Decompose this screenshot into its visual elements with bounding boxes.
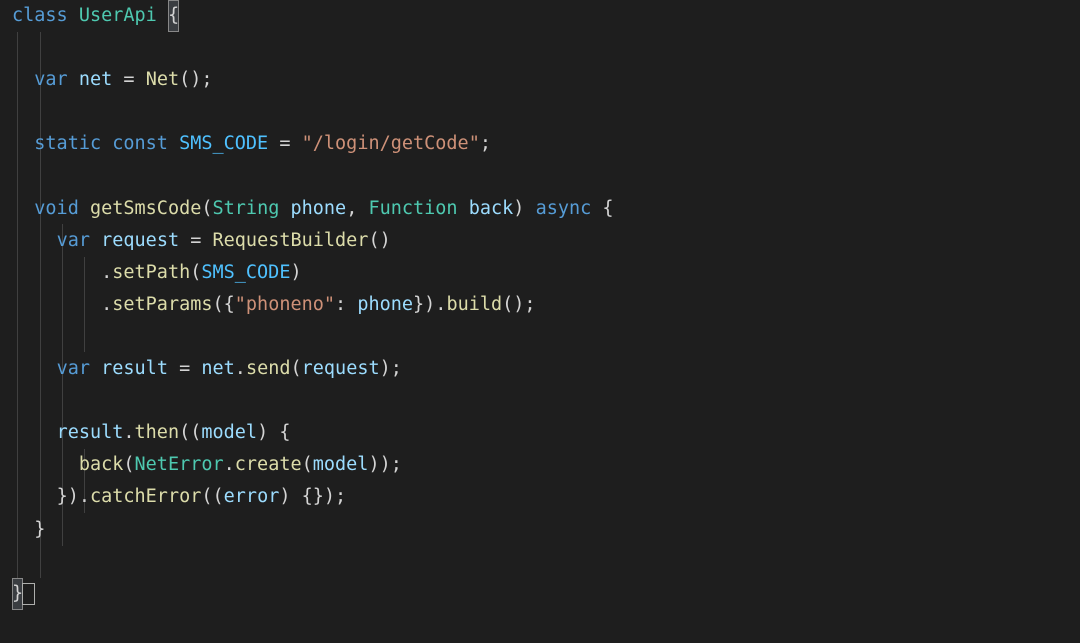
cursor xyxy=(23,584,34,603)
method-create: create xyxy=(235,454,302,475)
code-editor[interactable]: class UserApi { var net = Net(); static … xyxy=(0,0,1080,643)
method-setParams: setParams xyxy=(112,294,212,315)
method-send: send xyxy=(246,358,291,379)
method-then: then xyxy=(135,422,180,443)
brace-close-match: } xyxy=(12,578,23,610)
method-catchError: catchError xyxy=(90,486,201,507)
var-net: net xyxy=(79,69,112,90)
method-setPath: setPath xyxy=(112,262,190,283)
keyword-void: void xyxy=(34,198,79,219)
code-content: class UserApi { var net = Net(); static … xyxy=(12,0,614,610)
type-Function: Function xyxy=(368,198,457,219)
keyword-static: static xyxy=(34,133,101,154)
type-String: String xyxy=(213,198,280,219)
keyword-class: class xyxy=(12,5,68,26)
param-phone: phone xyxy=(290,198,346,219)
call-Net: Net xyxy=(146,69,179,90)
method-getSmsCode: getSmsCode xyxy=(90,198,201,219)
param-back: back xyxy=(469,198,514,219)
keyword-var: var xyxy=(34,69,67,90)
string-phoneno: "phoneno" xyxy=(235,294,335,315)
method-build: build xyxy=(446,294,502,315)
brace-open-match: { xyxy=(168,0,179,32)
string-sms-code: "/login/getCode" xyxy=(302,133,480,154)
param-model: model xyxy=(201,422,257,443)
arg-SMS_CODE: SMS_CODE xyxy=(201,262,290,283)
var-result: result xyxy=(101,358,168,379)
type-NetError: NetError xyxy=(135,454,224,475)
keyword-const: const xyxy=(112,133,168,154)
class-name: UserApi xyxy=(79,5,157,26)
call-RequestBuilder: RequestBuilder xyxy=(213,230,369,251)
var-request: request xyxy=(101,230,179,251)
param-error: error xyxy=(224,486,280,507)
operator-eq: = xyxy=(123,69,134,90)
keyword-async: async xyxy=(536,198,592,219)
const-SMS_CODE: SMS_CODE xyxy=(179,133,268,154)
